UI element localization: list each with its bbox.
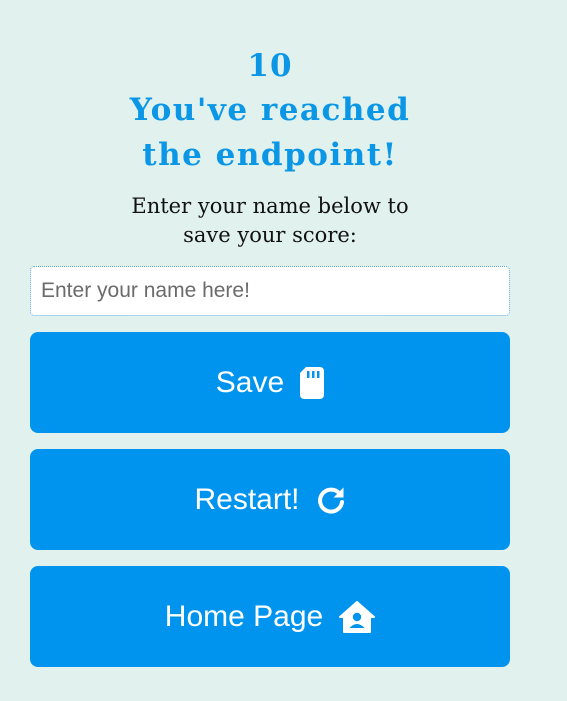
player-name-input[interactable] [30, 266, 510, 316]
save-button-label: Save [215, 365, 285, 399]
restart-button-label: Restart! [194, 482, 300, 516]
redo-icon [316, 485, 346, 515]
final-score: 10 [247, 48, 293, 84]
home-page-button[interactable]: Home Page [30, 566, 510, 667]
save-score-prompt-line-1: Enter your name below to [131, 194, 409, 218]
save-button[interactable]: Save [30, 332, 510, 433]
home-user-icon [339, 600, 376, 633]
restart-button[interactable]: Restart! [30, 449, 510, 550]
sd-card-icon [300, 366, 325, 399]
save-score-prompt-line-2: save your score: [183, 223, 357, 247]
endpoint-heading-line-1: You've reached [129, 92, 411, 128]
home-page-button-label: Home Page [164, 599, 324, 633]
endpoint-heading: You've reached the endpoint! [30, 88, 510, 178]
endpoint-heading-line-2: the endpoint! [142, 137, 398, 173]
save-score-prompt: Enter your name below to save your score… [30, 192, 510, 250]
